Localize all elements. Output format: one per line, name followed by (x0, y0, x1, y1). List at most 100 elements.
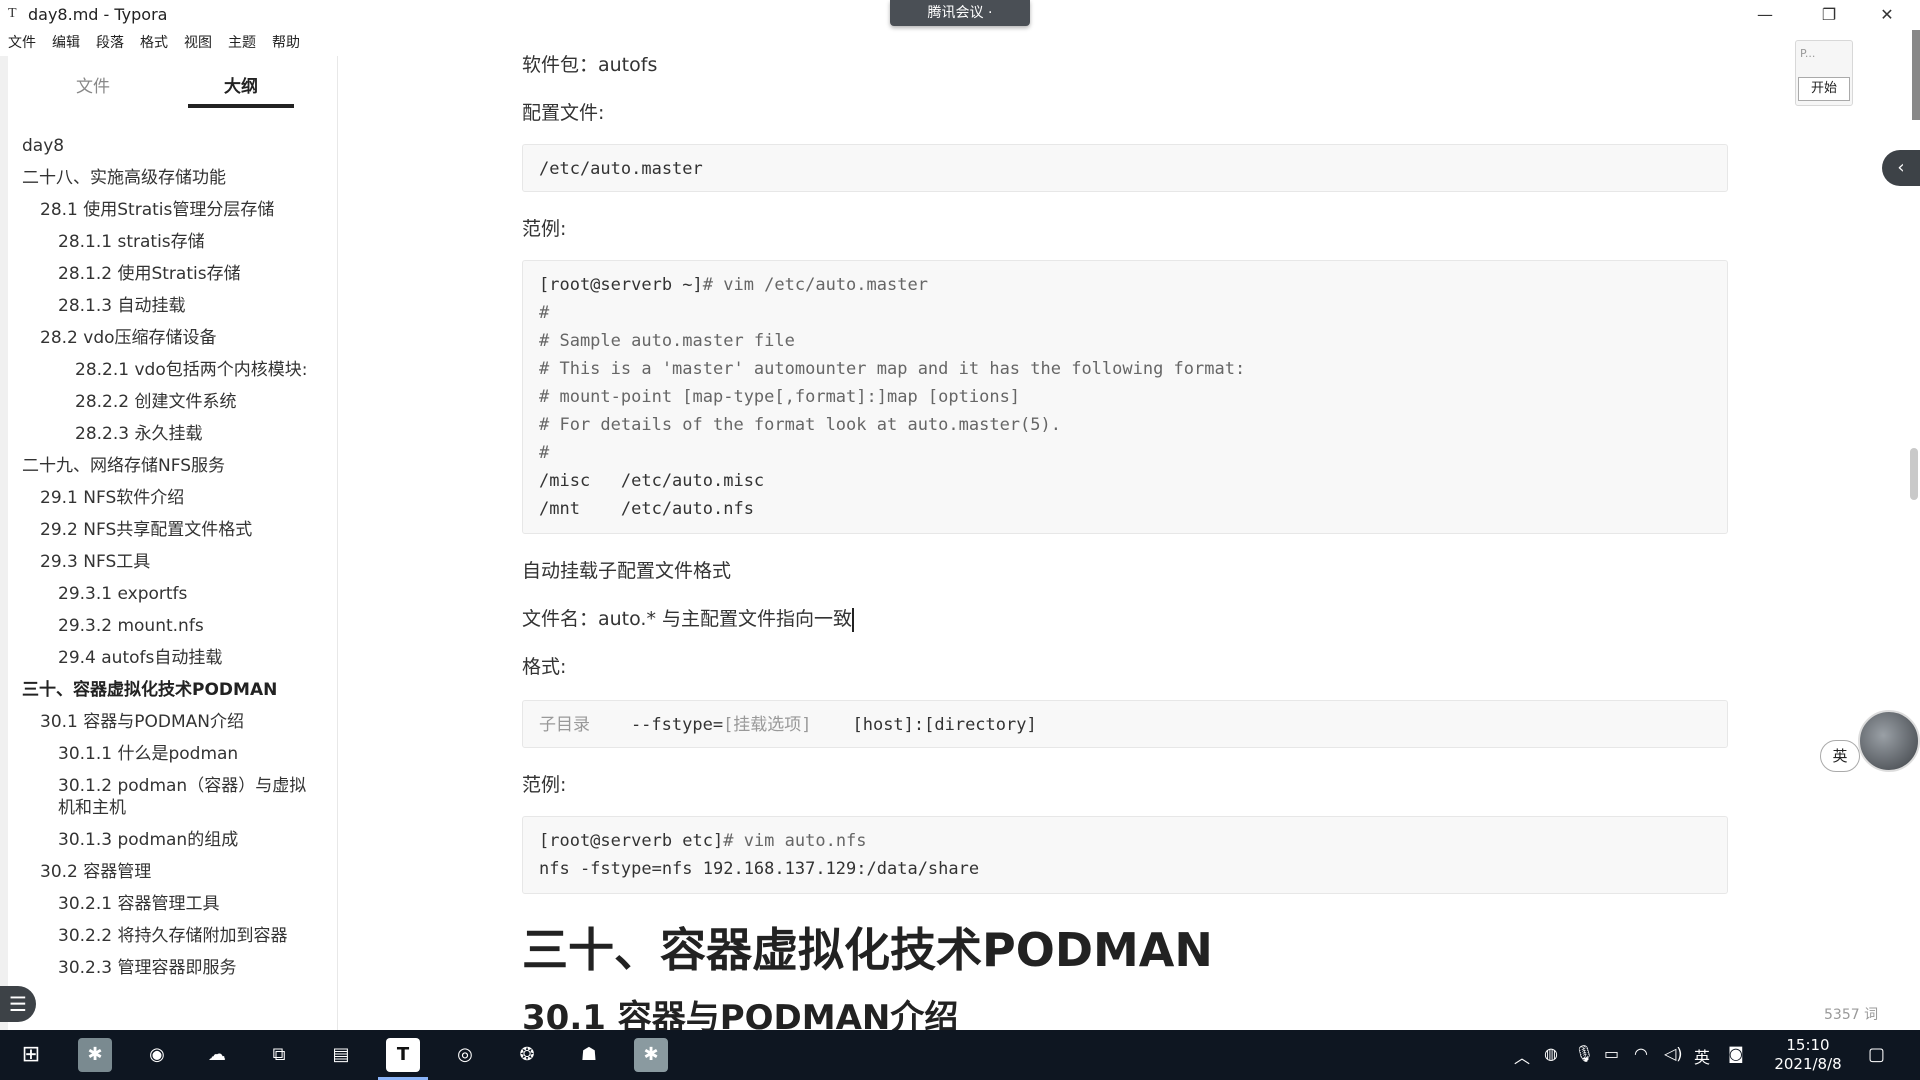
outline-item[interactable]: 29.1 NFS软件介绍 (0, 482, 338, 514)
code-mount-options: [挂载选项] (723, 715, 812, 735)
outline-item[interactable]: 30.1.2 podman（容器）与虚拟机和主机 (0, 770, 338, 824)
outline-item[interactable]: 28.2.3 永久挂载 (0, 418, 338, 450)
paragraph-example[interactable]: 范例: (522, 214, 566, 241)
code-line: # Sample auto.master file (539, 331, 795, 351)
meeting-tray-icon[interactable]: ◍ (1544, 1044, 1558, 1063)
window-title: day8.md - Typora (28, 5, 168, 24)
code-block-auto-master[interactable]: [root@serverb ~]# vim /etc/auto.master # #… (522, 260, 1728, 534)
scrollbar-thumb[interactable] (1910, 448, 1918, 500)
avatar[interactable] (1858, 710, 1920, 772)
app-icon-circle[interactable]: ◎ (448, 1038, 482, 1072)
app-icon-cloud[interactable]: ☗ (572, 1038, 606, 1072)
notification-icon[interactable]: ▢ (1868, 1044, 1885, 1065)
outline-item[interactable]: 30.1.3 podman的组成 (0, 824, 338, 856)
shell-command: # vim /etc/auto.master (702, 275, 928, 295)
minimize-icon[interactable]: — (1742, 2, 1788, 28)
menu-theme[interactable]: 主题 (220, 32, 264, 54)
code-line: # (539, 443, 550, 463)
outline-item[interactable]: 29.3.2 mount.nfs (0, 610, 338, 642)
code-block-auto-nfs[interactable]: [root@serverb etc]# vim auto.nfs nfs -fst… (522, 816, 1728, 894)
task-view-icon[interactable]: ⧉ (262, 1038, 296, 1072)
tab-outline[interactable]: 大纲 (188, 72, 294, 108)
outline-item[interactable]: 29.2 NFS共享配置文件格式 (0, 514, 338, 546)
chevron-left-icon[interactable]: ‹ (1882, 150, 1920, 186)
word-count[interactable]: 5357 词 (1824, 1004, 1878, 1024)
code-block-config-path[interactable]: /etc/auto.master (522, 144, 1728, 192)
app-icon-2[interactable]: ✱ (634, 1038, 668, 1072)
typora-taskbar-icon[interactable]: T (378, 1038, 428, 1080)
app-icon-1[interactable]: ✱ (78, 1038, 112, 1072)
code-fstype: --fstype= (590, 715, 724, 735)
taskbar-ime[interactable]: 英 (1694, 1044, 1710, 1068)
clock[interactable]: 15:10 2021/8/8 (1770, 1036, 1846, 1074)
app-icon-swirl[interactable]: ❂ (510, 1038, 544, 1072)
clock-time: 15:10 (1786, 1036, 1830, 1054)
heading-podman[interactable]: 三十、容器虚拟化技术PODMAN (522, 914, 1213, 980)
outline-item[interactable]: 30.2.2 将持久存储附加到容器 (0, 920, 338, 952)
restore-icon[interactable]: ❐ (1806, 2, 1852, 28)
app-tray-icon[interactable]: ◙ (1728, 1044, 1744, 1063)
outline-item[interactable]: 28.1.3 自动挂载 (0, 290, 338, 322)
outline-item[interactable]: 28.1 使用Stratis管理分层存储 (0, 194, 338, 226)
wechat-icon[interactable]: ☁ (200, 1038, 234, 1072)
typora-app-icon: T (8, 6, 17, 21)
ime-indicator[interactable]: 英 (1820, 740, 1860, 772)
tencent-meeting-bar[interactable]: 腾讯会议 · (890, 0, 1030, 26)
menu-view[interactable]: 视图 (176, 32, 220, 54)
menu-help[interactable]: 帮助 (264, 32, 308, 54)
outline-item[interactable]: 30.2.1 容器管理工具 (0, 888, 338, 920)
code-line: /mnt /etc/auto.nfs (539, 499, 754, 519)
outline-item[interactable]: 30.2.3 管理容器即服务 (0, 952, 338, 984)
file-explorer-icon[interactable]: ▤ (324, 1038, 358, 1072)
outline-item[interactable]: 28.2.1 vdo包括两个内核模块: (0, 354, 338, 386)
menu-bar: 文件 编辑 段落 格式 视图 主题 帮助 (0, 32, 308, 54)
microphone-icon[interactable]: 🎙 (1574, 1044, 1594, 1063)
code-line: # For details of the format look at auto… (539, 415, 1061, 435)
outline-item[interactable]: 29.4 autofs自动挂载 (0, 642, 338, 674)
outline-item[interactable]: 28.1.1 stratis存储 (0, 226, 338, 258)
paragraph-sub-config-format[interactable]: 自动挂载子配置文件格式 (522, 556, 731, 583)
outline-item[interactable]: 29.3.1 exportfs (0, 578, 338, 610)
start-button[interactable]: 开始 (1798, 77, 1850, 101)
outline-item[interactable]: 30.2 容器管理 (0, 856, 338, 888)
outline-toggle-icon[interactable]: ☰ (0, 986, 36, 1022)
code-line: [root@serverb ~]# vim /etc/auto.master (539, 271, 1711, 299)
outline-item[interactable]: 三十、容器虚拟化技术PODMAN (0, 674, 338, 706)
outline-list: day8 二十八、实施高级存储功能 28.1 使用Stratis管理分层存储 28.1… (0, 130, 338, 984)
outline-item[interactable]: 29.3 NFS工具 (0, 546, 338, 578)
outline-item[interactable]: 30.1 容器与PODMAN介绍 (0, 706, 338, 738)
code-line: nfs -fstype=nfs 192.168.137.129:/data/sh… (539, 859, 980, 879)
outline-item[interactable]: day8 (0, 130, 338, 162)
chrome-icon[interactable]: ◉ (140, 1038, 174, 1072)
menu-format[interactable]: 格式 (132, 32, 176, 54)
code-line: # This is a 'master' automounter map and… (539, 359, 1246, 379)
outline-item[interactable]: 30.1.1 什么是podman (0, 738, 338, 770)
outline-item[interactable]: 28.1.2 使用Stratis存储 (0, 258, 338, 290)
code-line: # (539, 303, 550, 323)
tab-files[interactable]: 文件 (40, 72, 146, 108)
editor-area[interactable]: 软件包：autofs 配置文件: /etc/auto.master 范例: [r… (340, 30, 1920, 1038)
paragraph-example-2[interactable]: 范例: (522, 770, 566, 797)
outline-item[interactable]: 28.2.2 创建文件系统 (0, 386, 338, 418)
volume-icon[interactable]: ◁) (1664, 1044, 1683, 1063)
menu-file[interactable]: 文件 (0, 32, 44, 54)
wifi-icon[interactable]: ◠ (1634, 1044, 1648, 1063)
menu-paragraph[interactable]: 段落 (88, 32, 132, 54)
paragraph-package[interactable]: 软件包：autofs (522, 50, 657, 77)
paragraph-format[interactable]: 格式: (522, 652, 566, 679)
menu-edit[interactable]: 编辑 (44, 32, 88, 54)
code-block-format[interactable]: 子目录 --fstype=[挂载选项] [host]:[directory] (522, 700, 1728, 748)
windows-start-icon[interactable]: ⊞ (14, 1038, 48, 1072)
outline-item[interactable]: 二十九、网络存储NFS服务 (0, 450, 338, 482)
outline-item[interactable]: 二十八、实施高级存储功能 (0, 162, 338, 194)
outline-item[interactable]: 28.2 vdo压缩存储设备 (0, 322, 338, 354)
floating-mini-window[interactable]: P... 开始 (1795, 40, 1853, 106)
paragraph-filename[interactable]: 文件名：auto.* 与主配置文件指向一致 (522, 604, 855, 632)
code-line: [root@serverb etc]# vim auto.nfs (539, 827, 1711, 855)
battery-icon[interactable]: ▭ (1604, 1044, 1619, 1063)
chevron-up-icon[interactable]: ︿ (1514, 1044, 1530, 1068)
paragraph-config-file[interactable]: 配置文件: (522, 98, 604, 125)
shell-command: # vim auto.nfs (723, 831, 867, 851)
clock-date: 2021/8/8 (1774, 1055, 1842, 1073)
close-icon[interactable]: ✕ (1864, 2, 1910, 28)
